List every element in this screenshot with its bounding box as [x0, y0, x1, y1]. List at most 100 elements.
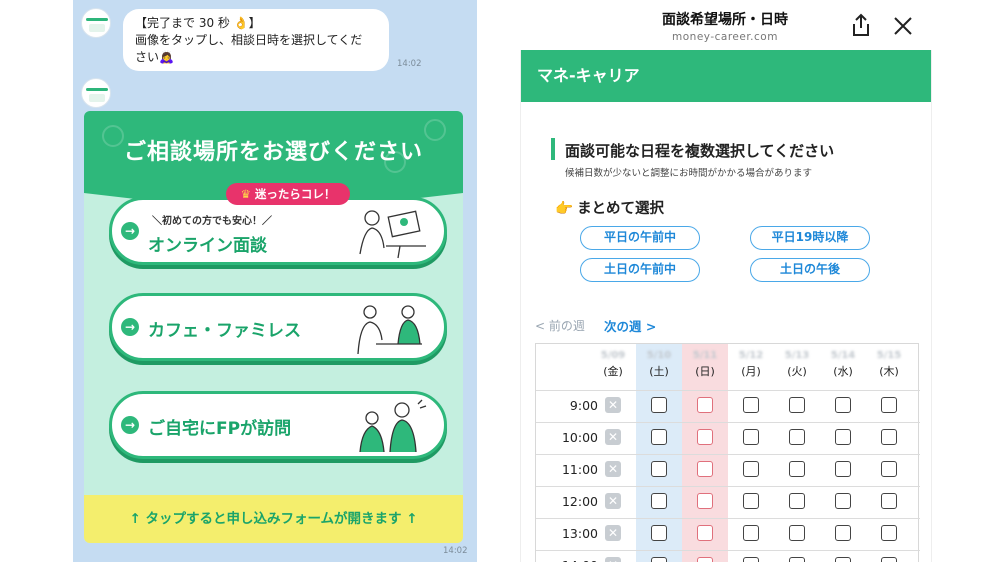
- option-home-label: ご自宅にFPが訪問: [148, 419, 292, 439]
- rich-message-card[interactable]: ご相談場所をお選びください ♛ 迷ったらコレ！ → ＼初めての方でも安心！／ オン…: [84, 111, 463, 543]
- bubble-line-3: さい🙇‍♀️: [135, 50, 174, 64]
- slot-checkbox[interactable]: [743, 461, 759, 477]
- day-date: 5/13: [784, 350, 810, 361]
- tap-hint-bar: ↑ タップすると申し込みフォームが開きます ↑: [84, 495, 463, 543]
- slot-checkbox[interactable]: [881, 397, 897, 413]
- slot-unavailable: ✕: [605, 397, 621, 413]
- slot-checkbox[interactable]: [743, 525, 759, 541]
- slot-unavailable: ✕: [605, 557, 621, 562]
- slot-checkbox[interactable]: [789, 429, 805, 445]
- message-time: 14:02: [397, 59, 422, 69]
- pill-weekday-evening[interactable]: 平日19時以降: [750, 226, 870, 250]
- slot-unavailable: ✕: [605, 493, 621, 509]
- row-divider: [536, 390, 920, 391]
- option-home-visit[interactable]: → ご自宅にFPが訪問: [109, 391, 447, 459]
- slot-checkbox[interactable]: [697, 557, 713, 562]
- recommend-badge-text: 迷ったらコレ！: [254, 187, 336, 201]
- bulk-select-title: 👉 まとめて選択: [555, 197, 664, 218]
- row-divider: [536, 422, 920, 423]
- day-of-week: (日): [695, 365, 715, 378]
- arrow-right-icon: →: [121, 222, 139, 240]
- card-title: ご相談場所をお選びください: [123, 140, 423, 165]
- slot-checkbox[interactable]: [835, 493, 851, 509]
- section-note: 候補日数が少ないと調整にお時間がかかる場合があります: [565, 168, 813, 179]
- time-label: 10:00: [561, 430, 598, 445]
- home-visit-illustration: [359, 399, 427, 453]
- page-title: 面談希望場所・日時: [662, 12, 788, 28]
- slot-checkbox[interactable]: [743, 429, 759, 445]
- slot-checkbox[interactable]: [697, 493, 713, 509]
- time-label: 11:00: [561, 462, 598, 477]
- slot-checkbox[interactable]: [881, 493, 897, 509]
- slot-checkbox[interactable]: [651, 429, 667, 445]
- day-date: 5/14: [830, 350, 856, 361]
- bubble-line-1: 【完了まで 30 秒 👌】: [135, 16, 261, 30]
- option-cafe[interactable]: → カフェ・ファミレス: [109, 293, 447, 361]
- slot-checkbox[interactable]: [651, 397, 667, 413]
- slot-checkbox[interactable]: [697, 397, 713, 413]
- row-divider: [536, 486, 920, 487]
- slot-checkbox[interactable]: [881, 557, 897, 562]
- close-icon[interactable]: [891, 14, 915, 38]
- slot-checkbox[interactable]: [651, 557, 667, 562]
- day-header: 5/15 (木): [866, 350, 912, 379]
- bot-avatar-2[interactable]: [81, 78, 111, 108]
- time-label: 13:00: [561, 526, 598, 541]
- slot-unavailable: ✕: [605, 525, 621, 541]
- slot-checkbox[interactable]: [789, 493, 805, 509]
- slot-checkbox[interactable]: [743, 397, 759, 413]
- slot-checkbox[interactable]: [697, 429, 713, 445]
- day-date: 5/11: [692, 350, 718, 361]
- day-header: 5/14 (水): [820, 350, 866, 379]
- option-online-sub: ＼初めての方でも安心！／: [152, 216, 272, 227]
- cafe-meeting-illustration: [357, 305, 422, 355]
- crown-icon: ♛: [240, 187, 251, 201]
- day-header: 5/10 (土): [636, 350, 682, 379]
- slot-checkbox[interactable]: [881, 525, 897, 541]
- slot-checkbox[interactable]: [789, 557, 805, 562]
- chat-bubble: 【完了まで 30 秒 👌】 画像をタップし、相談日時を選択してくだ さい🙇‍♀️: [123, 9, 389, 71]
- time-label: 9:00: [569, 398, 598, 413]
- slot-checkbox[interactable]: [835, 557, 851, 562]
- slot-unavailable: ✕: [605, 461, 621, 477]
- day-date: 5/09: [600, 350, 626, 361]
- slot-checkbox[interactable]: [835, 397, 851, 413]
- day-date: 5/10: [646, 350, 672, 361]
- recommend-badge: ♛ 迷ったらコレ！: [226, 183, 350, 205]
- row-divider: [536, 550, 920, 551]
- time-label: 12:00: [561, 494, 598, 509]
- pill-weekend-afternoon[interactable]: 土日の午後: [750, 258, 870, 282]
- day-of-week: (金): [603, 365, 623, 378]
- brand-bar: マネ-キャリア: [521, 50, 931, 102]
- pill-weekend-morning[interactable]: 土日の午前中: [580, 258, 700, 282]
- bulk-select-label: まとめて選択: [577, 201, 665, 217]
- slot-checkbox[interactable]: [743, 493, 759, 509]
- option-online-label: オンライン面談: [148, 236, 267, 256]
- slot-checkbox[interactable]: [881, 461, 897, 477]
- prev-week-link[interactable]: < 前の週: [535, 317, 585, 334]
- slot-checkbox[interactable]: [697, 525, 713, 541]
- option-online[interactable]: → ＼初めての方でも安心！／ オンライン面談: [109, 197, 447, 265]
- row-divider: [536, 518, 920, 519]
- slot-checkbox[interactable]: [835, 429, 851, 445]
- slot-checkbox[interactable]: [789, 525, 805, 541]
- bubble-line-2: 画像をタップし、相談日時を選択してくだ: [135, 33, 363, 47]
- slot-checkbox[interactable]: [789, 461, 805, 477]
- slot-checkbox[interactable]: [697, 461, 713, 477]
- day-of-week: (木): [879, 365, 899, 378]
- form-page: マネ-キャリア 面談可能な日程を複数選択してください 候補日数が少ないと調整にお…: [520, 50, 932, 562]
- bot-avatar[interactable]: [81, 8, 111, 38]
- slot-checkbox[interactable]: [789, 397, 805, 413]
- slot-checkbox[interactable]: [881, 429, 897, 445]
- slot-checkbox[interactable]: [835, 525, 851, 541]
- slot-checkbox[interactable]: [651, 493, 667, 509]
- page-url: money-career.com: [672, 31, 778, 43]
- time-label: 14:00: [536, 558, 598, 562]
- pill-weekday-morning[interactable]: 平日の午前中: [580, 226, 700, 250]
- slot-checkbox[interactable]: [743, 557, 759, 562]
- next-week-link[interactable]: 次の週 >: [604, 316, 656, 335]
- slot-checkbox[interactable]: [651, 525, 667, 541]
- share-icon[interactable]: [849, 12, 873, 38]
- slot-checkbox[interactable]: [835, 461, 851, 477]
- slot-checkbox[interactable]: [651, 461, 667, 477]
